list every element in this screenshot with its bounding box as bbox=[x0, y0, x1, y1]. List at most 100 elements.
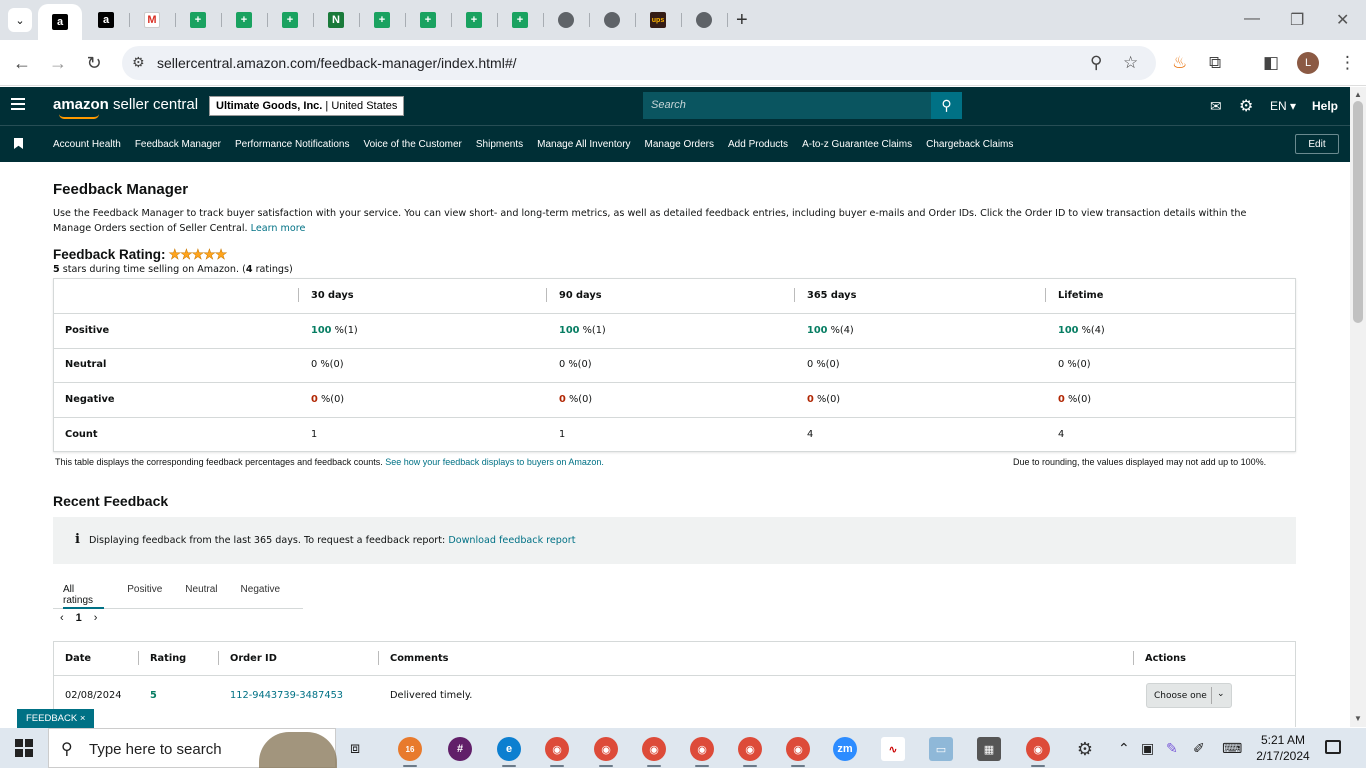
search-icon[interactable]: ⚲ bbox=[931, 92, 962, 119]
browser-tab[interactable]: + bbox=[362, 6, 402, 34]
browser-tab-amazon-active[interactable]: a bbox=[38, 4, 82, 40]
browser-tab[interactable]: + bbox=[178, 6, 218, 34]
page-scrollbar[interactable]: ▲ ▼ bbox=[1350, 87, 1366, 727]
zoom-app-icon[interactable]: zm bbox=[833, 737, 857, 761]
browser-tab[interactable]: N bbox=[316, 6, 356, 34]
slack-icon[interactable]: # bbox=[448, 737, 472, 761]
browser-tab[interactable]: + bbox=[500, 6, 540, 34]
chrome-icon[interactable]: ◉ bbox=[690, 737, 714, 761]
chrome-icon[interactable]: ◉ bbox=[738, 737, 762, 761]
minimize-icon[interactable]: — bbox=[1244, 10, 1260, 28]
language-selector[interactable]: EN ▾ bbox=[1270, 99, 1296, 113]
settings-gear-icon[interactable]: ⚙ bbox=[1073, 737, 1097, 761]
settings-gear-icon[interactable]: ⚙ bbox=[1239, 96, 1253, 116]
browser-tab[interactable]: + bbox=[270, 6, 310, 34]
nav-account-health[interactable]: Account Health bbox=[53, 139, 121, 150]
close-window-icon[interactable]: ✕ bbox=[1336, 10, 1349, 30]
windows-start-icon[interactable] bbox=[15, 739, 33, 757]
next-page-chevron-icon[interactable]: › bbox=[94, 612, 98, 624]
feedback-widget-button[interactable]: FEEDBACK × bbox=[17, 709, 95, 728]
browser-tab[interactable] bbox=[592, 6, 632, 34]
nav-feedback-manager[interactable]: Feedback Manager bbox=[135, 139, 221, 150]
bookmark-icon[interactable] bbox=[14, 138, 23, 149]
col-order-id[interactable]: Order ID bbox=[230, 653, 277, 664]
taskbar-search[interactable]: ⚲ Type here to search bbox=[48, 728, 337, 768]
extensions-puzzle-icon[interactable]: ⧉ bbox=[1209, 53, 1221, 73]
reload-icon[interactable]: ↻ bbox=[83, 52, 105, 74]
edge-icon[interactable]: e bbox=[497, 737, 521, 761]
chrome-icon[interactable]: ◉ bbox=[786, 737, 810, 761]
task-view-icon[interactable]: ⧈ bbox=[350, 740, 360, 758]
nav-manage-all-inventory[interactable]: Manage All Inventory bbox=[537, 139, 630, 150]
col-rating[interactable]: Rating bbox=[150, 653, 186, 664]
learn-more-link[interactable]: Learn more bbox=[251, 223, 306, 234]
browser-menu-icon[interactable]: ⋮ bbox=[1339, 53, 1356, 73]
chart-app-icon[interactable]: ∿ bbox=[881, 737, 905, 761]
tab-search-chevron-icon[interactable]: ⌄ bbox=[8, 8, 32, 32]
tab-all-ratings[interactable]: All ratings bbox=[63, 576, 105, 609]
browser-tab[interactable]: a bbox=[86, 6, 126, 34]
col-comments[interactable]: Comments bbox=[390, 653, 448, 664]
new-tab-plus-icon[interactable]: + bbox=[736, 10, 748, 30]
side-panel-icon[interactable]: ◧ bbox=[1263, 53, 1279, 73]
seller-central-logo[interactable]: amazon seller central bbox=[53, 96, 198, 119]
scroll-thumb[interactable] bbox=[1353, 101, 1363, 323]
url-text[interactable]: sellercentral.amazon.com/feedback-manage… bbox=[157, 55, 517, 71]
address-bar[interactable]: ⚙ sellercentral.amazon.com/feedback-mana… bbox=[122, 46, 1156, 80]
tray-pen-icon[interactable]: ✎ bbox=[1166, 740, 1178, 757]
scroll-down-icon[interactable]: ▼ bbox=[1354, 714, 1362, 723]
feedback-display-link[interactable]: See how your feedback displays to buyers… bbox=[385, 457, 604, 467]
nav-chargeback-claims[interactable]: Chargeback Claims bbox=[926, 139, 1013, 150]
nav-voice-of-the-customer[interactable]: Voice of the Customer bbox=[364, 139, 462, 150]
hamburger-menu-icon[interactable] bbox=[11, 98, 25, 112]
bookmark-star-icon[interactable]: ☆ bbox=[1123, 53, 1138, 73]
notification-center-icon[interactable] bbox=[1325, 740, 1341, 754]
chrome-icon[interactable]: ◉ bbox=[545, 737, 569, 761]
help-link[interactable]: Help bbox=[1312, 99, 1338, 113]
zoom-icon[interactable]: ⚲ bbox=[1090, 53, 1102, 73]
scroll-up-icon[interactable]: ▲ bbox=[1354, 90, 1362, 99]
nav-shipments[interactable]: Shipments bbox=[476, 139, 523, 150]
taskbar-app-icon[interactable]: 16 bbox=[398, 737, 422, 761]
calculator-icon[interactable]: ▦ bbox=[977, 737, 1001, 761]
browser-tab[interactable]: + bbox=[408, 6, 448, 34]
edit-nav-button[interactable]: Edit bbox=[1295, 134, 1339, 154]
nav-performance-notifications[interactable]: Performance Notifications bbox=[235, 139, 350, 150]
browser-tab[interactable] bbox=[546, 6, 586, 34]
account-switcher[interactable]: Ultimate Goods, Inc. | United States bbox=[209, 96, 405, 116]
tab-negative[interactable]: Negative bbox=[241, 576, 280, 609]
nav-a-to-z-claims[interactable]: A-to-z Guarantee Claims bbox=[802, 139, 912, 150]
tab-positive[interactable]: Positive bbox=[127, 576, 162, 609]
browser-tab[interactable] bbox=[684, 6, 724, 34]
browser-tab[interactable]: M bbox=[132, 6, 172, 34]
current-page[interactable]: 1 bbox=[76, 612, 82, 624]
restore-icon[interactable]: ❐ bbox=[1290, 10, 1304, 30]
mail-icon[interactable]: ✉ bbox=[1210, 98, 1222, 115]
chrome-icon[interactable]: ◉ bbox=[1026, 737, 1050, 761]
tray-stylus-icon[interactable]: ✐ bbox=[1193, 740, 1205, 757]
browser-tab[interactable]: ups bbox=[638, 6, 678, 34]
download-report-link[interactable]: Download feedback report bbox=[448, 535, 575, 546]
forward-arrow-icon[interactable]: → bbox=[47, 52, 69, 74]
chrome-icon[interactable]: ◉ bbox=[642, 737, 666, 761]
tab-neutral[interactable]: Neutral bbox=[185, 576, 217, 609]
tray-chevron-up-icon[interactable]: ⌃ bbox=[1118, 740, 1130, 757]
browser-tab[interactable]: + bbox=[224, 6, 264, 34]
tray-device-icon[interactable]: ▣ bbox=[1141, 740, 1154, 757]
search-input[interactable]: Search bbox=[643, 92, 931, 119]
nav-manage-orders[interactable]: Manage Orders bbox=[645, 139, 714, 150]
browser-tab[interactable]: + bbox=[454, 6, 494, 34]
col-date[interactable]: Date bbox=[65, 653, 91, 664]
extension-flame-icon[interactable]: ♨ bbox=[1172, 53, 1187, 73]
action-dropdown[interactable]: Choose one ⌄ bbox=[1146, 683, 1232, 708]
notepad-icon[interactable]: ▭ bbox=[929, 737, 953, 761]
prev-page-chevron-icon[interactable]: ‹ bbox=[60, 612, 64, 624]
order-id-link[interactable]: 112-9443739-3487453 bbox=[230, 690, 343, 701]
chrome-icon[interactable]: ◉ bbox=[594, 737, 618, 761]
profile-avatar[interactable]: L bbox=[1297, 52, 1319, 74]
site-settings-icon[interactable]: ⚙ bbox=[132, 54, 145, 71]
keyboard-icon[interactable]: ⌨ bbox=[1222, 740, 1242, 757]
system-clock[interactable]: 5:21 AM 2/17/2024 bbox=[1252, 732, 1314, 764]
nav-add-products[interactable]: Add Products bbox=[728, 139, 788, 150]
back-arrow-icon[interactable]: ← bbox=[11, 52, 33, 74]
